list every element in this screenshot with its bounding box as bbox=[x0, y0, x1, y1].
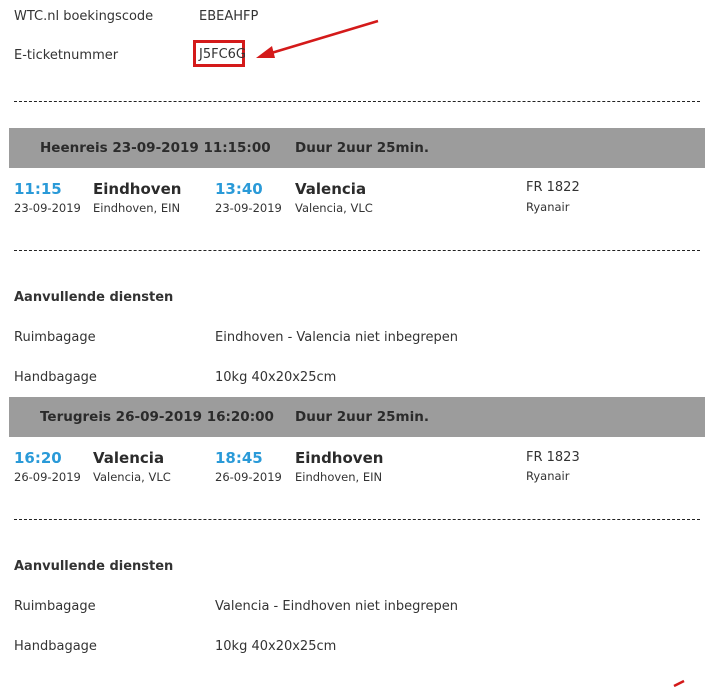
return-dep-date: 26-09-2019 bbox=[14, 470, 81, 484]
outbound-arr-airport: Valencia, VLC bbox=[295, 201, 373, 215]
return-dep-time: 16:20 bbox=[14, 449, 62, 467]
outbound-dep-city: Eindhoven bbox=[93, 180, 182, 198]
outbound-dep-airport: Eindhoven, EIN bbox=[93, 201, 181, 215]
outbound-header-band: Heenreis 23-09-2019 11:15:00 Duur 2uur 2… bbox=[9, 128, 705, 168]
booking-code-label: WTC.nl boekingscode bbox=[14, 9, 154, 24]
outbound-header: Heenreis 23-09-2019 11:15:00 bbox=[40, 140, 271, 156]
return-arr-date: 26-09-2019 bbox=[215, 470, 282, 484]
outbound-duration: Duur 2uur 25min. bbox=[295, 140, 429, 156]
return-hold-baggage-value: Valencia - Eindhoven niet inbegrepen bbox=[215, 599, 458, 614]
outbound-hand-baggage-label: Handbagage bbox=[14, 370, 97, 385]
outbound-arr-time: 13:40 bbox=[215, 180, 263, 198]
return-header: Terugreis 26-09-2019 16:20:00 bbox=[40, 409, 274, 425]
return-arr-time: 18:45 bbox=[215, 449, 263, 467]
ticket-number-label: E-ticketnummer bbox=[14, 48, 119, 63]
outbound-airline: Ryanair bbox=[526, 200, 570, 214]
outbound-services-title: Aanvullende diensten bbox=[14, 290, 174, 305]
return-flight-number: FR 1823 bbox=[526, 450, 580, 465]
outbound-hand-baggage-value: 10kg 40x20x25cm bbox=[215, 370, 337, 385]
annotation-arrow-icon bbox=[256, 19, 379, 58]
return-dep-airport: Valencia, VLC bbox=[93, 470, 171, 484]
outbound-flight-number: FR 1822 bbox=[526, 180, 580, 195]
return-hand-baggage-label: Handbagage bbox=[14, 639, 97, 654]
return-dep-city: Valencia bbox=[93, 449, 165, 467]
outbound-hold-baggage-value: Eindhoven - Valencia niet inbegrepen bbox=[215, 330, 458, 345]
outbound-dep-date: 23-09-2019 bbox=[14, 201, 81, 215]
ticket-number-highlight: J5FC6G bbox=[193, 40, 247, 67]
return-services-title: Aanvullende diensten bbox=[14, 559, 174, 574]
outbound-dep-time: 11:15 bbox=[14, 180, 62, 198]
outbound-arr-date: 23-09-2019 bbox=[215, 201, 282, 215]
divider bbox=[14, 101, 700, 102]
outbound-hold-baggage-label: Ruimbagage bbox=[14, 330, 96, 345]
outbound-arr-city: Valencia bbox=[295, 180, 367, 198]
ticket-number-value: J5FC6G bbox=[199, 47, 247, 62]
return-hold-baggage-label: Ruimbagage bbox=[14, 599, 96, 614]
divider bbox=[14, 250, 700, 251]
return-duration: Duur 2uur 25min. bbox=[295, 409, 429, 425]
return-arr-city: Eindhoven bbox=[295, 449, 384, 467]
return-header-band: Terugreis 26-09-2019 16:20:00 Duur 2uur … bbox=[9, 397, 705, 437]
divider bbox=[14, 519, 700, 520]
annotation-mark-icon bbox=[673, 679, 685, 687]
return-hand-baggage-value: 10kg 40x20x25cm bbox=[215, 639, 337, 654]
return-airline: Ryanair bbox=[526, 469, 570, 483]
return-arr-airport: Eindhoven, EIN bbox=[295, 470, 383, 484]
